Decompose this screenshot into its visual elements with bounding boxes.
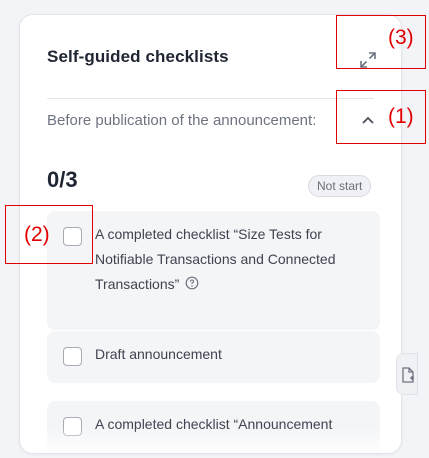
progress-count: 0/3 xyxy=(47,167,78,192)
expand-icon[interactable] xyxy=(357,49,379,71)
document-icon xyxy=(402,367,414,383)
checklist-item[interactable]: A completed checklist “Size Tests for No… xyxy=(47,211,380,330)
info-icon[interactable] xyxy=(185,273,199,290)
checklist-item[interactable]: Draft announcement xyxy=(47,331,380,383)
header-divider xyxy=(47,98,374,99)
checklist-item-checkbox[interactable] xyxy=(63,227,82,246)
chevron-up-icon[interactable] xyxy=(358,110,378,130)
status-badge: Not start xyxy=(308,175,372,197)
section-label: Before publication of the announcement: xyxy=(47,112,317,129)
checklist-item-label: Draft announcement xyxy=(95,346,222,362)
checklist-item-checkbox[interactable] xyxy=(63,347,82,366)
checklist-item-label: A completed checklist “Announcement xyxy=(95,416,333,432)
side-tab[interactable] xyxy=(396,353,418,395)
panel-title: Self-guided checklists xyxy=(47,47,229,66)
checklist-item-checkbox[interactable] xyxy=(63,417,82,436)
checklist-item[interactable]: A completed checklist “Announcement xyxy=(47,401,380,453)
checklist-panel: Self-guided checklists Before publicatio… xyxy=(19,14,402,454)
checklist-item-label: A completed checklist “Size Tests for No… xyxy=(95,226,336,292)
